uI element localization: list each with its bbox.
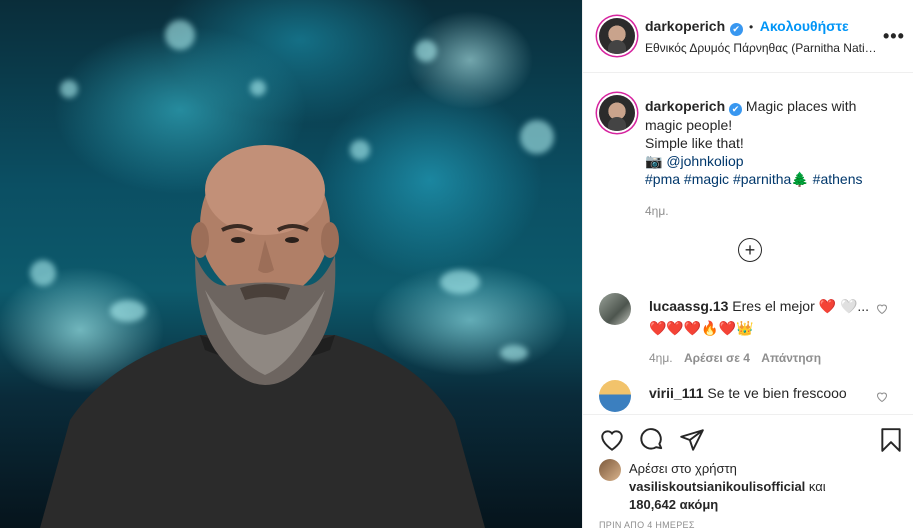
load-more-comments-button[interactable]: + — [738, 238, 762, 262]
location-link[interactable]: Εθνικός Δρυμός Πάρνηθας (Parnitha Nation… — [645, 41, 883, 55]
comment-emoji: ❤️ 🤍... — [818, 298, 870, 314]
post-header: darkoperich ✔ • Ακολουθήστε Εθνικός Δρυμ… — [583, 0, 913, 73]
comment: lucaassg.13 Eres el mejor ❤️ 🤍... ❤️❤️❤️… — [649, 295, 879, 369]
tree-emoji: 🌲 — [791, 171, 809, 187]
post-actions: Αρέσει στο χρήστη vasiliskoutsianikoulis… — [583, 414, 913, 530]
comment-like-heart-icon[interactable] — [876, 391, 888, 403]
likes-summary: Αρέσει στο χρήστη vasiliskoutsianikoulis… — [629, 460, 869, 514]
reply-button[interactable]: Απάντηση — [761, 351, 821, 365]
caption-avatar[interactable] — [599, 95, 635, 131]
verified-icon: ✔ — [729, 23, 743, 36]
separator-dot: • — [749, 20, 754, 34]
comment-text: Se te ve bien frescooo — [707, 385, 847, 401]
camera-emoji: 📷 — [645, 153, 663, 169]
liker-username[interactable]: vasiliskoutsianikoulisofficial — [629, 479, 805, 494]
hashtag-link[interactable]: #parnitha — [733, 171, 791, 187]
share-icon[interactable] — [679, 427, 705, 453]
post-date[interactable]: ΠΡΙΝ ΑΠΟ 4 ΗΜΕΡΕΣ — [599, 520, 695, 530]
comment-time[interactable]: 4ημ. — [649, 351, 673, 365]
likes-and: και — [808, 479, 826, 494]
comment-username[interactable]: lucaassg.13 — [649, 298, 728, 314]
hashtag-link[interactable]: #athens — [813, 171, 863, 187]
likes-prefix: Αρέσει στο χρήστη — [629, 461, 737, 476]
username-link[interactable]: darkoperich — [645, 18, 725, 34]
bookmark-icon[interactable] — [879, 427, 903, 453]
heart-icon[interactable] — [599, 427, 625, 453]
caption-line2: Simple like that! — [645, 135, 744, 151]
hashtag-link[interactable]: #magic — [684, 171, 729, 187]
likes-count-link[interactable]: 180,642 ακόμη — [629, 497, 718, 512]
caption: darkoperich ✔ Magic places with magic pe… — [645, 97, 895, 220]
comment-emoji-line: ❤️❤️❤️🔥❤️👑 — [649, 320, 754, 336]
comments-list[interactable]: darkoperich ✔ Magic places with magic pe… — [583, 73, 913, 413]
header-title-row: darkoperich ✔ • Ακολουθήστε — [645, 18, 849, 36]
follow-button[interactable]: Ακολουθήστε — [760, 18, 849, 34]
comment-username[interactable]: virii_111 — [649, 385, 704, 401]
bearded-man-illustration — [40, 145, 485, 528]
hashtag-link[interactable]: #pma — [645, 171, 680, 187]
comment-icon[interactable] — [639, 427, 665, 453]
comment-likes[interactable]: Αρέσει σε 4 — [684, 351, 750, 365]
liker-avatar[interactable] — [599, 459, 621, 481]
comment-avatar[interactable] — [599, 293, 631, 325]
more-icon[interactable]: ••• — [883, 26, 905, 47]
comment-meta: 4ημ. Αρέσει σε 4 Απάντηση — [649, 347, 879, 369]
mention-link[interactable]: @johnkoliop — [666, 153, 743, 169]
post-sidebar: darkoperich ✔ • Ακολουθήστε Εθνικός Δρυμ… — [582, 0, 913, 530]
post-photo[interactable] — [0, 0, 582, 528]
comment: virii_111 Se te ve bien frescooo — [649, 382, 879, 404]
comment-avatar[interactable] — [599, 380, 631, 412]
verified-icon: ✔ — [729, 103, 743, 116]
caption-username[interactable]: darkoperich — [645, 98, 725, 114]
comment-like-heart-icon[interactable] — [876, 303, 888, 315]
comment-text: Eres el mejor — [732, 298, 815, 314]
caption-time[interactable]: 4ημ. — [645, 202, 895, 220]
avatar[interactable] — [599, 18, 635, 54]
